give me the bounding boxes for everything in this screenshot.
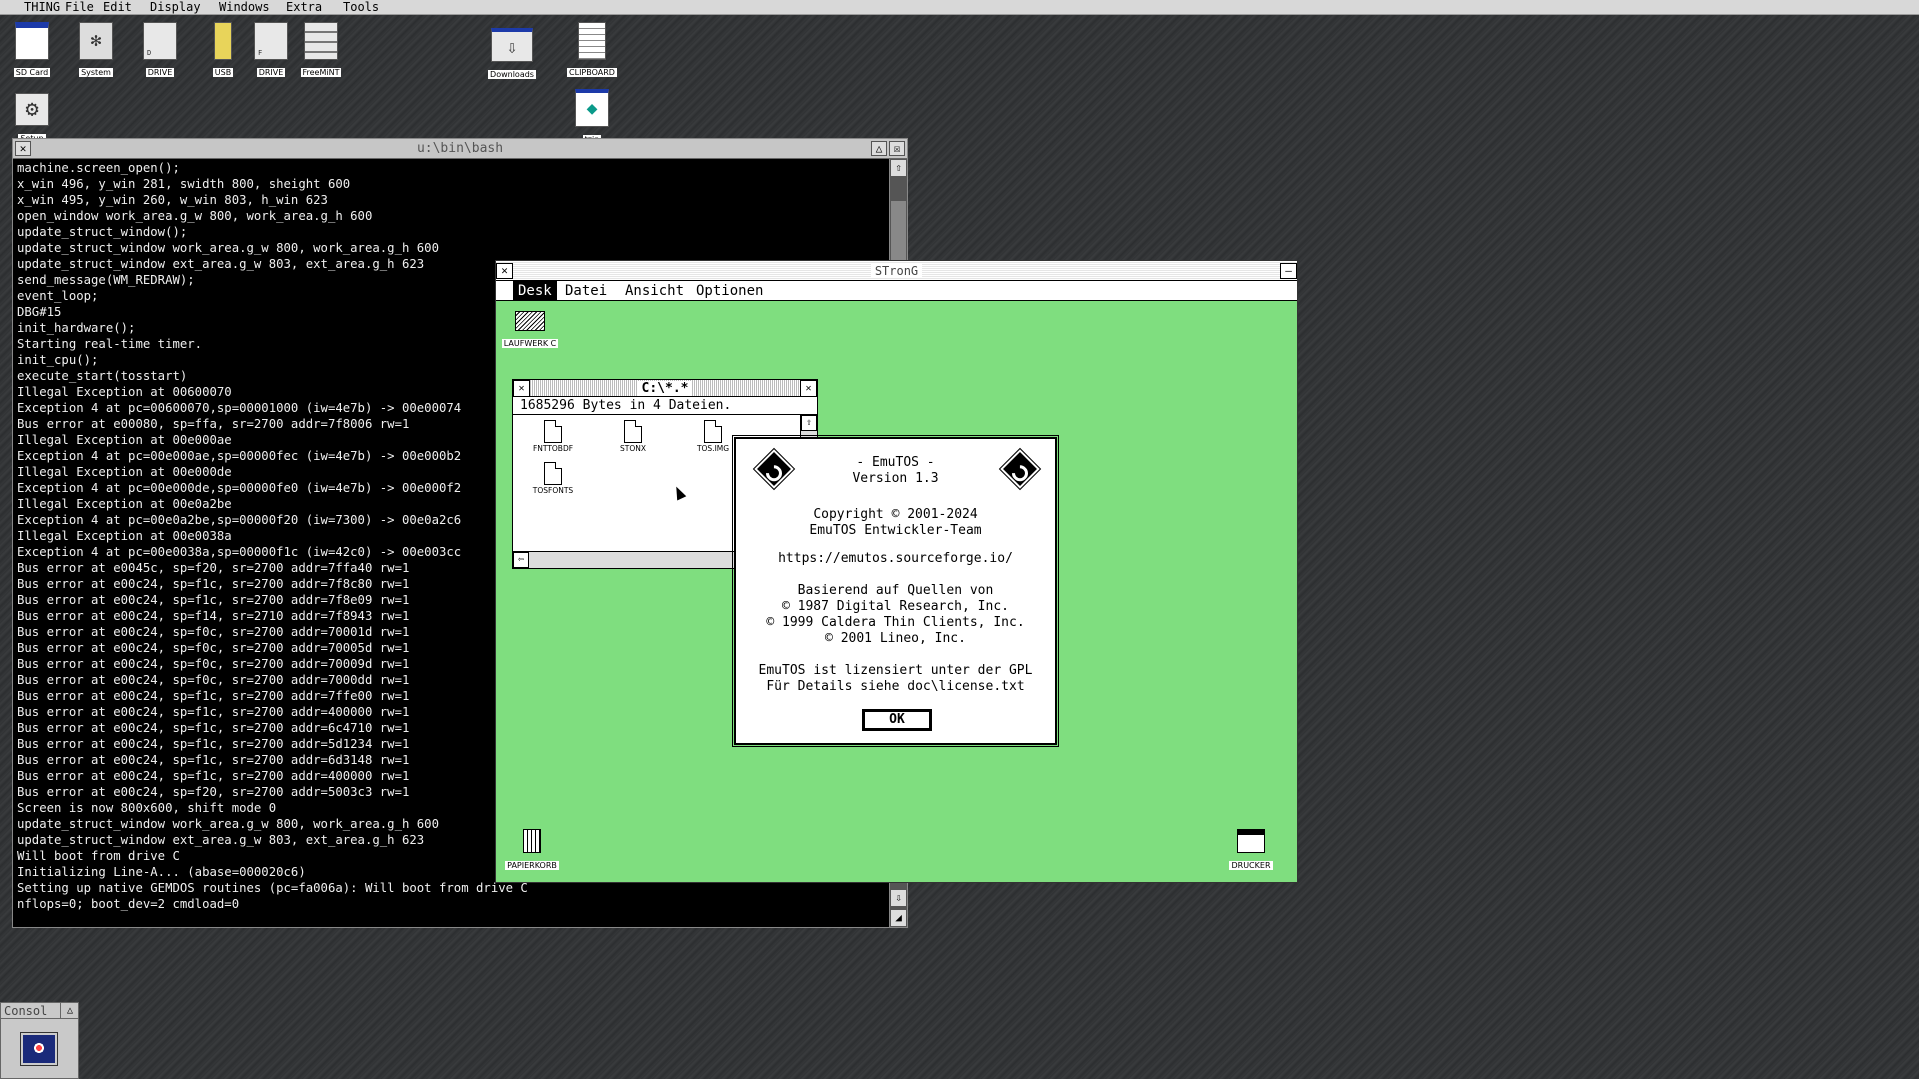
ok-button[interactable]: OK	[862, 709, 932, 731]
downloads-icon: ⇩	[491, 28, 533, 62]
about-version: Version 1.3	[852, 471, 939, 486]
document-icon	[544, 420, 562, 443]
scroll-down-icon[interactable]: ⇩	[890, 889, 907, 907]
file-window-title: C:\*.*	[637, 381, 693, 396]
usb-icon	[214, 22, 232, 60]
close-window-icon[interactable]: ☒	[889, 141, 905, 156]
fuller-icon[interactable]: △	[871, 141, 887, 156]
gem-menu-optionen[interactable]: Optionen	[691, 281, 768, 301]
about-line: Für Details siehe doc\license.txt	[766, 679, 1025, 694]
desktop-icon-downloads[interactable]: ⇩ Downloads	[488, 28, 536, 81]
size-box-icon[interactable]: ◢	[890, 909, 907, 927]
console-line: update_struct_window();	[17, 225, 188, 239]
fuller-icon[interactable]: ✕	[800, 380, 817, 397]
file-window-title-bar[interactable]: C:\*.*	[513, 380, 817, 397]
menu-bar: THING File Edit Display Windows Extra To…	[0, 0, 1919, 15]
gem-menu-desk[interactable]: Desk	[513, 281, 557, 301]
close-icon[interactable]: ✕	[513, 380, 530, 397]
tzip-icon: ◆	[575, 89, 609, 127]
console-line: _	[17, 913, 25, 920]
gem-menu-bar: Desk Datei Ansicht Optionen	[496, 281, 1297, 301]
console-line: update_struct_window work_area.g_w 800, …	[17, 241, 439, 255]
menu-thing[interactable]: THING	[21, 0, 63, 15]
minimize-icon[interactable]: –	[1280, 263, 1297, 279]
printer-icon[interactable]: DRUCKER	[1216, 829, 1286, 872]
console-line: x_win 496, y_win 281, swidth 800, sheigh…	[17, 177, 351, 191]
menu-display[interactable]: Display	[147, 0, 204, 15]
file-item[interactable]: STONX	[605, 420, 661, 453]
file-item[interactable]: TOS.IMG	[685, 420, 741, 453]
drive-c-icon[interactable]: LAUFWERK C	[500, 311, 560, 350]
strong-title: STronG	[870, 264, 923, 278]
console-line: nflops=0; boot_dev=2 cmdload=0	[17, 897, 240, 911]
gear-icon: ⚙	[15, 93, 49, 126]
about-line: © 2001 Lineo, Inc.	[825, 631, 966, 646]
trash-can-icon	[523, 829, 541, 853]
about-dialog: - EmuTOS - Version 1.3 Copyright © 2001-…	[732, 435, 1059, 747]
drive-icon: D	[143, 22, 177, 60]
console-line: open_window work_area.g_w 800, work_area…	[17, 209, 373, 223]
strong-title-bar[interactable]: STronG	[496, 261, 1297, 281]
desktop-icon-clipboard[interactable]: CLIPBOARD	[566, 22, 618, 79]
menu-tools[interactable]: Tools	[340, 0, 382, 15]
fuller-icon[interactable]: △	[61, 1003, 79, 1019]
desktop-icon-drive-d[interactable]: D DRIVE	[138, 22, 182, 79]
cabinet-icon	[304, 22, 338, 60]
document-icon	[624, 420, 642, 443]
disk-card-icon	[15, 22, 49, 60]
console-title: u:\bin\bash	[416, 141, 504, 156]
gem-menu-ansicht[interactable]: Ansicht	[620, 281, 689, 301]
about-line: EmuTOS Entwickler-Team	[809, 523, 982, 538]
gem-menu-datei[interactable]: Datei	[560, 281, 612, 301]
desktop-icon-usb[interactable]: USB	[201, 22, 245, 79]
about-line: Basierend auf Quellen von	[797, 583, 994, 598]
terminal-app-icon[interactable]	[20, 1032, 58, 1066]
about-line: © 1999 Caldera Thin Clients, Inc.	[766, 615, 1025, 630]
about-line: © 1987 Digital Research, Inc.	[782, 599, 1009, 614]
scroll-up-icon[interactable]: ⇧	[890, 159, 907, 177]
about-line: - EmuTOS -	[856, 455, 935, 470]
about-line: Copyright © 2001-2024	[813, 507, 978, 522]
strong-window[interactable]: STronG ✕ – Desk Datei Ansicht Optionen L…	[495, 260, 1298, 883]
desktop-icon-sd-card[interactable]: SD Card	[10, 22, 54, 79]
about-line: EmuTOS ist lizensiert unter der GPL	[758, 663, 1033, 678]
desktop-icon-freemint[interactable]: FreeMiNT	[296, 22, 346, 79]
menu-file[interactable]: File	[62, 0, 97, 15]
file-window-info: 1685296 Bytes in 4 Dateien.	[513, 397, 817, 415]
system-icon: ✻	[79, 22, 113, 60]
console-title-bar[interactable]: u:\bin\bash	[13, 139, 907, 159]
drive-icon: F	[254, 22, 288, 60]
console-line: machine.screen_open();	[17, 161, 180, 175]
scroll-up-icon[interactable]: ⇧	[801, 415, 817, 431]
menu-windows[interactable]: Windows	[216, 0, 273, 15]
scroll-left-icon[interactable]: ⇦	[513, 552, 529, 568]
mini-console-title: Consol	[1, 1003, 61, 1019]
hard-disk-icon	[515, 311, 545, 331]
document-icon	[544, 462, 562, 485]
file-item[interactable]: FNTTOBDF	[525, 420, 581, 453]
printer-device-icon	[1237, 829, 1265, 853]
close-icon[interactable]: ✕	[15, 141, 31, 156]
clipboard-icon	[578, 22, 606, 60]
document-icon	[704, 420, 722, 443]
trash-icon[interactable]: PAPIERKORB	[500, 829, 564, 872]
desktop-icon-drive-f[interactable]: F DRIVE	[249, 22, 293, 79]
menu-edit[interactable]: Edit	[100, 0, 135, 15]
file-item[interactable]: TOSFONTS	[525, 462, 581, 495]
desktop-icon-system[interactable]: ✻ System	[74, 22, 118, 79]
console-iconified-window[interactable]: Consol △	[0, 1002, 79, 1079]
menu-extra[interactable]: Extra	[283, 0, 325, 15]
console-line: x_win 495, y_win 260, w_win 803, h_win 6…	[17, 193, 328, 207]
about-url: https://emutos.sourceforge.io/	[778, 551, 1013, 566]
close-icon[interactable]: ✕	[496, 263, 513, 279]
